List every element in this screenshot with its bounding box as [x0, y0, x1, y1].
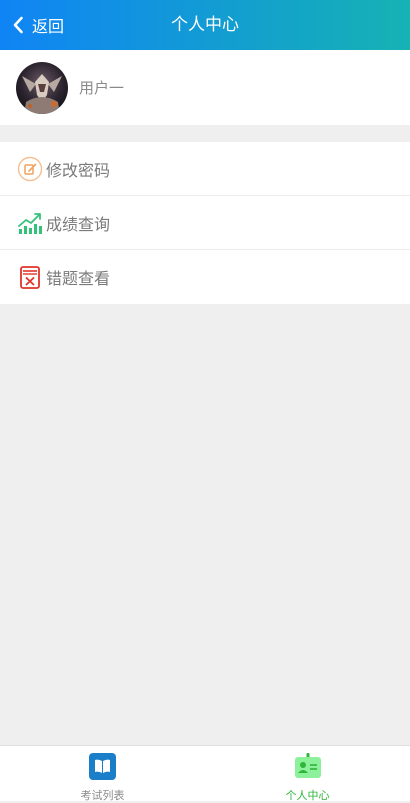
book-icon: [89, 753, 116, 784]
menu-item-score-query[interactable]: 成绩查询: [0, 196, 410, 250]
bottom-tab-bar: 考试列表 个人中心: [0, 745, 410, 802]
id-card-icon: [294, 753, 322, 784]
menu-item-label: 修改密码: [46, 160, 111, 180]
wrong-question-icon: [17, 264, 43, 290]
avatar[interactable]: [16, 61, 68, 114]
chevron-left-icon: [12, 16, 24, 34]
edit-password-icon: [17, 156, 43, 182]
menu-item-label: 成绩查询: [46, 214, 111, 234]
tab-label: 考试列表: [80, 789, 125, 802]
chart-trend-icon: [17, 210, 43, 236]
menu-item-label: 错题查看: [46, 269, 111, 288]
tab-personal-center[interactable]: 个人中心: [205, 746, 410, 802]
menu-item-change-password[interactable]: 修改密码: [0, 142, 410, 196]
tab-label: 个人中心: [285, 789, 330, 802]
top-header: 返回 个人中心: [0, 0, 410, 50]
profile-section: 用户一: [0, 50, 410, 125]
menu-item-wrong-questions[interactable]: 错题查看: [0, 250, 410, 304]
username: 用户一: [79, 79, 125, 97]
back-label: 返回: [32, 17, 65, 36]
menu-list: 修改密码 成绩查询 错题查看: [0, 142, 410, 304]
back-button[interactable]: 返回: [12, 0, 64, 50]
tab-exam-list[interactable]: 考试列表: [0, 746, 205, 802]
